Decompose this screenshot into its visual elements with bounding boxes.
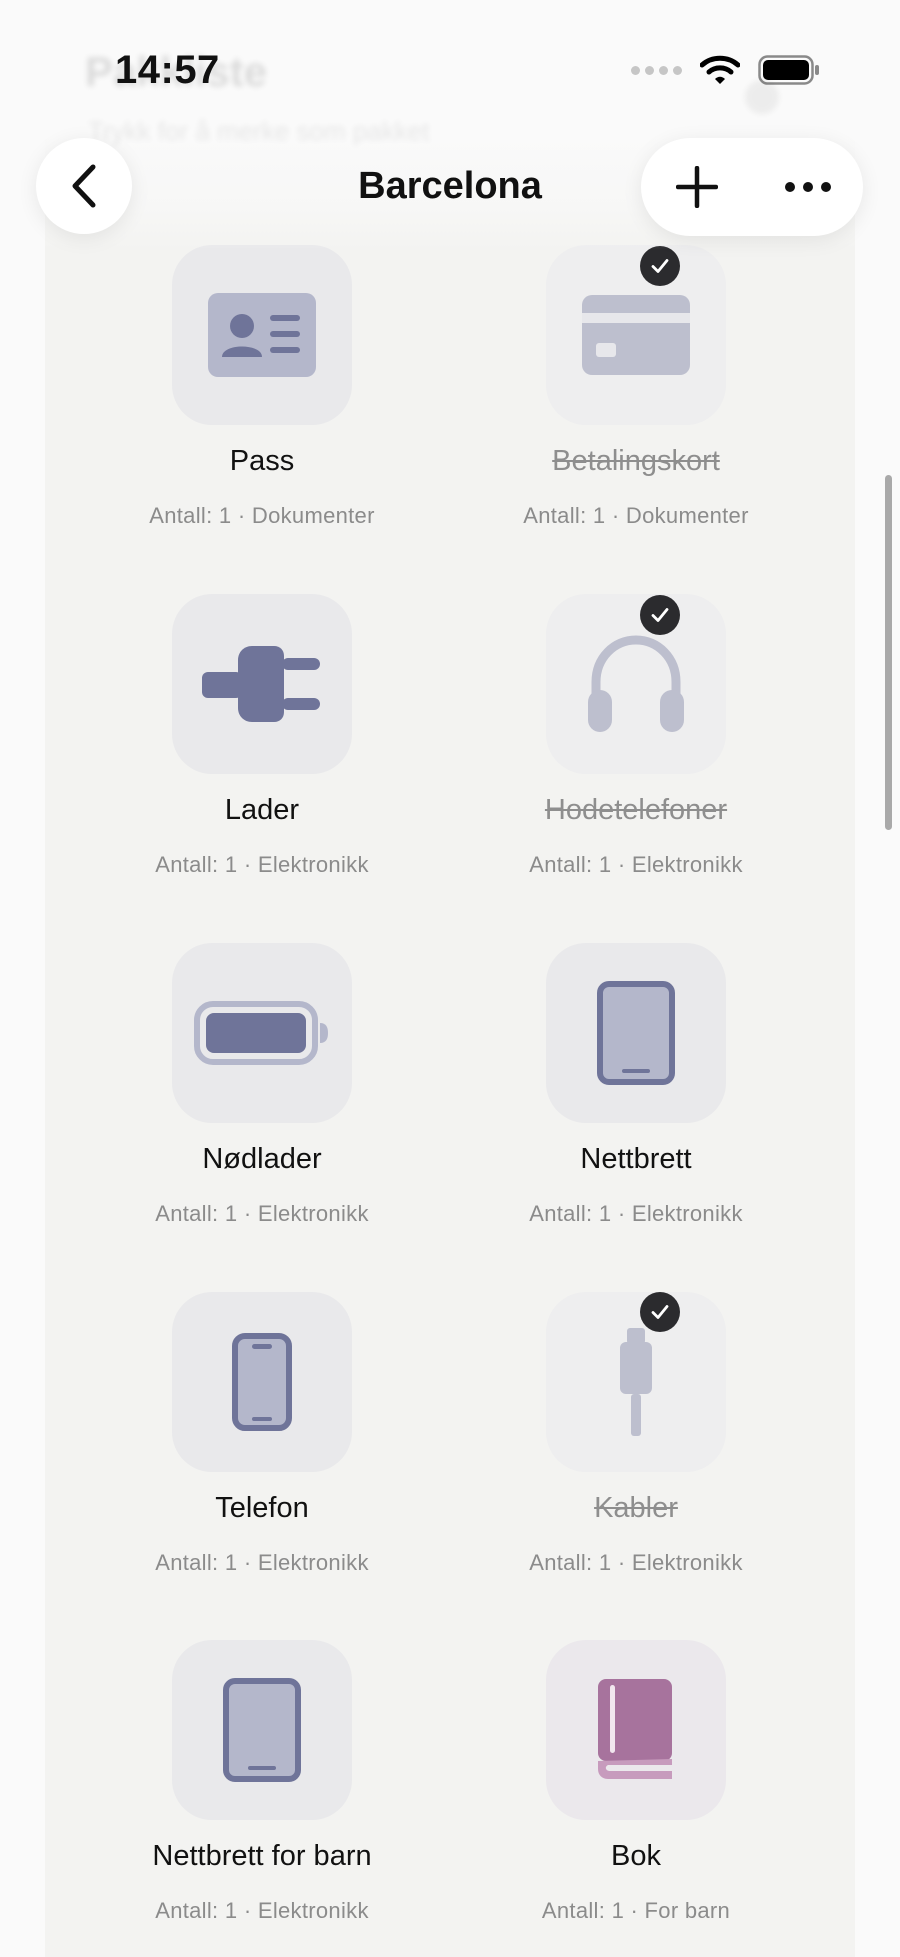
item-tile (546, 594, 726, 774)
background-subtitle: Trykk for å merke som pakket (88, 116, 430, 146)
item-name: Nødlader (202, 1143, 322, 1175)
packing-item-nettbrett[interactable]: Nettbrett Antall: 1 · Elektronikk (449, 943, 823, 1243)
item-meta: Antall: 1 · Elektronikk (155, 1550, 369, 1575)
battery-status-icon (758, 55, 819, 85)
packing-item-telefon[interactable]: Telefon Antall: 1 · Elektronikk (75, 1292, 449, 1592)
packed-check-icon (640, 595, 680, 635)
packed-check-icon (640, 246, 680, 286)
item-tile (546, 943, 726, 1123)
item-meta: Antall: 1 · For barn (541, 1898, 731, 1923)
item-meta: Antall: 1 · Elektronikk (155, 852, 369, 877)
phone-icon (232, 1333, 292, 1431)
item-name: Nettbrett for barn (152, 1840, 372, 1872)
tablet-icon (597, 981, 675, 1085)
status-indicators (631, 55, 820, 85)
item-meta: Antall: 1 · Elektronikk (529, 852, 743, 877)
item-tile (172, 1640, 352, 1820)
cable-icon (620, 1328, 652, 1436)
more-options-button[interactable] (752, 138, 863, 236)
plus-icon (675, 166, 718, 208)
battery-icon (194, 1001, 328, 1065)
item-name: Bok (611, 1840, 661, 1872)
item-name: Nettbrett (580, 1143, 692, 1175)
more-icon (784, 182, 831, 192)
background-icon (745, 80, 779, 114)
item-name: Telefon (215, 1492, 309, 1524)
headphones-icon (588, 635, 684, 732)
item-meta: Antall: 1 · Elektronikk (529, 1550, 743, 1575)
item-name: Betalingskort (552, 445, 720, 477)
item-tile (172, 1292, 352, 1472)
packing-item-lader[interactable]: Lader Antall: 1 · Elektronikk (75, 594, 449, 894)
item-tile (546, 1292, 726, 1472)
tablet-icon (223, 1678, 301, 1782)
packing-item-bok[interactable]: Bok Antall: 1 · For barn (449, 1640, 823, 1940)
item-meta: Antall: 1 · Dokumenter (523, 503, 749, 528)
item-meta: Antall: 1 · Dokumenter (149, 503, 375, 528)
scrollbar[interactable] (885, 475, 892, 830)
add-item-button[interactable] (641, 138, 752, 236)
item-tile (546, 1640, 726, 1820)
id-card-icon (208, 293, 316, 377)
packing-item-kabler[interactable]: Kabler Antall: 1 · Elektronikk (449, 1292, 823, 1592)
item-name: Lader (224, 794, 300, 826)
item-meta: Antall: 1 · Elektronikk (155, 1898, 369, 1923)
item-tile (546, 245, 726, 425)
status-time: 14:57 (115, 48, 220, 92)
item-name: Hodetelefoner (544, 794, 728, 826)
item-tile (172, 943, 352, 1123)
cellular-signal-icon (631, 65, 682, 75)
packing-item-nettbrett-for-barn[interactable]: Nettbrett for barn Antall: 1 · Elektroni… (75, 1640, 449, 1940)
item-tile (172, 245, 352, 425)
book-icon (598, 1679, 672, 1779)
credit-card-icon (582, 295, 690, 375)
plug-icon (202, 646, 320, 722)
item-name: Pass (229, 445, 295, 477)
packing-item-hodetelefoner[interactable]: Hodetelefoner Antall: 1 · Elektronikk (449, 594, 823, 894)
actions-pill (641, 138, 863, 236)
item-tile (172, 594, 352, 774)
packing-item-pass[interactable]: Pass Antall: 1 · Dokumenter (75, 245, 449, 545)
item-meta: Antall: 1 · Elektronikk (155, 1201, 369, 1226)
item-meta: Antall: 1 · Elektronikk (529, 1201, 743, 1226)
packed-check-icon (640, 1292, 680, 1332)
packing-item-nodlader[interactable]: Nødlader Antall: 1 · Elektronikk (75, 943, 449, 1243)
wifi-icon (700, 55, 740, 84)
packing-item-betalingskort[interactable]: Betalingskort Antall: 1 · Dokumenter (449, 245, 823, 545)
item-name: Kabler (594, 1492, 678, 1524)
